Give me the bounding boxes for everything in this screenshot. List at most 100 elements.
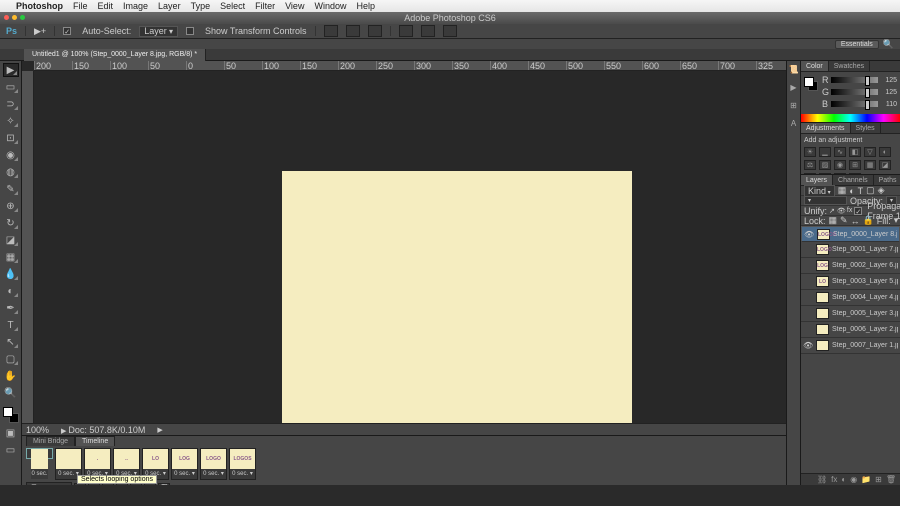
adjustment-layer-icon[interactable]: ◉ <box>850 475 857 484</box>
delete-frame-button[interactable]: 🗑 <box>158 483 170 485</box>
link-layers-icon[interactable]: ⛓ <box>817 475 827 484</box>
screen-mode-toggle[interactable]: ▭ <box>3 443 19 457</box>
layer-row[interactable]: LOStep_0003_Layer 5.jpg <box>801 274 900 290</box>
lock-all-icon[interactable]: 🔒 <box>863 215 874 226</box>
filter-adj-icon[interactable]: ◐ <box>849 186 854 196</box>
zoom-field[interactable]: 100% <box>26 425 49 435</box>
layer-row[interactable]: 👁Step_0007_Layer 1.jpg <box>801 338 900 354</box>
properties-panel-icon[interactable]: ⊞ <box>789 101 799 111</box>
unify-visibility-icon[interactable]: 👁 <box>837 207 845 215</box>
ruler-horizontal[interactable]: 2001501005005010015020025030035040045050… <box>34 61 786 71</box>
new-layer-icon[interactable]: ⊞ <box>875 475 882 484</box>
layer-row[interactable]: Step_0004_Layer 4.jpg <box>801 290 900 306</box>
color-chips[interactable] <box>3 407 19 423</box>
propagate-checkbox[interactable] <box>854 207 862 215</box>
lock-position-icon[interactable]: ↔ <box>851 216 860 226</box>
character-panel-icon[interactable]: A <box>789 119 799 129</box>
slider-R[interactable] <box>831 77 878 83</box>
menu-image[interactable]: Image <box>123 1 148 11</box>
menu-file[interactable]: File <box>73 1 88 11</box>
crop-tool[interactable]: ⊡ <box>3 131 19 145</box>
distribute-button-1[interactable] <box>399 25 413 37</box>
lock-pixels-icon[interactable]: ✎ <box>840 215 848 226</box>
lock-transparency-icon[interactable]: ▦ <box>829 215 838 226</box>
hue-sat-icon[interactable]: ◐ <box>879 147 891 157</box>
tab-adjustments[interactable]: Adjustments <box>801 123 851 133</box>
unify-position-icon[interactable]: ↗ <box>829 207 835 215</box>
photo-filter-icon[interactable]: ◉ <box>834 160 846 170</box>
layer-visibility-toggle[interactable]: 👁 <box>804 230 814 239</box>
type-tool[interactable]: T <box>3 318 19 332</box>
exposure-icon[interactable]: ◧ <box>849 147 861 157</box>
eraser-tool[interactable]: ◪ <box>3 233 19 247</box>
frame-6[interactable]: LOG0 sec. ▾ <box>171 448 198 480</box>
fill-field[interactable]: ▾ <box>894 215 899 226</box>
document-tab[interactable]: Untitled1 @ 100% (Step_0000_Layer 8.jpg,… <box>24 49 206 61</box>
hand-tool[interactable]: ✋ <box>3 369 19 383</box>
actions-panel-icon[interactable]: ▶ <box>789 83 799 93</box>
slider-G[interactable] <box>831 89 878 95</box>
pen-tool[interactable]: ✒ <box>3 301 19 315</box>
filter-smart-icon[interactable]: ◈ <box>878 185 885 196</box>
tab-mini-bridge[interactable]: Mini Bridge <box>26 436 75 446</box>
distribute-button-3[interactable] <box>443 25 457 37</box>
layer-group-icon[interactable]: 📁 <box>861 475 871 484</box>
unify-style-icon[interactable]: fx <box>847 207 852 215</box>
layer-style-icon[interactable]: fx <box>831 475 837 484</box>
tab-swatches[interactable]: Swatches <box>829 61 870 71</box>
history-brush-tool[interactable]: ↻ <box>3 216 19 230</box>
search-icon[interactable]: 🔍 <box>883 39 894 50</box>
slider-B[interactable] <box>831 101 878 107</box>
zoom-tool[interactable]: 🔍 <box>3 386 19 400</box>
path-selection-tool[interactable]: ↖ <box>3 335 19 349</box>
menu-select[interactable]: Select <box>220 1 245 11</box>
align-button-1[interactable] <box>324 25 338 37</box>
workspace-switcher[interactable]: Essentials <box>835 40 879 49</box>
tab-channels[interactable]: Channels <box>833 175 874 185</box>
layer-mask-icon[interactable]: ◐ <box>841 475 846 484</box>
marquee-tool[interactable]: ▭ <box>3 80 19 94</box>
history-panel-icon[interactable]: 📜 <box>789 65 799 75</box>
blur-tool[interactable]: 💧 <box>3 267 19 281</box>
show-transform-checkbox[interactable] <box>186 27 194 35</box>
autoselect-checkbox[interactable] <box>63 27 71 35</box>
blend-mode-dropdown[interactable]: ▾ <box>804 196 847 205</box>
shape-tool[interactable]: ▢ <box>3 352 19 366</box>
tab-paths[interactable]: Paths <box>874 175 900 185</box>
dodge-tool[interactable]: ◐ <box>3 284 19 298</box>
app-menu[interactable]: Photoshop <box>16 1 63 11</box>
menu-edit[interactable]: Edit <box>98 1 114 11</box>
loop-dropdown[interactable]: Forever ▾ Selects looping options <box>26 482 72 485</box>
tab-styles[interactable]: Styles <box>851 123 881 133</box>
frame-7[interactable]: LOGO0 sec. ▾ <box>200 448 227 480</box>
doc-info[interactable]: ▶ Doc: 507.8K/0.10M <box>61 425 145 435</box>
close-window-button[interactable] <box>4 15 9 20</box>
curves-icon[interactable]: ∿ <box>834 147 846 157</box>
brush-tool[interactable]: ✎ <box>3 182 19 196</box>
filter-shape-icon[interactable]: ▢ <box>866 185 875 196</box>
layer-row[interactable]: LOGStep_0002_Layer 6.jpg <box>801 258 900 274</box>
delete-layer-icon[interactable]: 🗑 <box>886 475 896 484</box>
layer-row[interactable]: 👁LOGOSStep_0000_Layer 8.jpg <box>801 226 900 242</box>
menu-filter[interactable]: Filter <box>255 1 275 11</box>
frame-1[interactable]: 0 sec. ▾ <box>26 448 53 459</box>
layer-row[interactable]: Step_0006_Layer 2.jpg <box>801 322 900 338</box>
align-button-3[interactable] <box>368 25 382 37</box>
doc-info-menu[interactable]: ▶ <box>157 426 162 434</box>
layer-filter-dropdown[interactable]: Kind ▾ <box>804 185 835 197</box>
color-balance-icon[interactable]: ⚖ <box>804 160 816 170</box>
gradient-tool[interactable]: ▦ <box>3 250 19 264</box>
brightness-contrast-icon[interactable]: ☀ <box>804 147 816 157</box>
levels-icon[interactable]: ▁ <box>819 147 831 157</box>
healing-brush-tool[interactable]: ◍ <box>3 165 19 179</box>
layer-row[interactable]: Step_0005_Layer 3.jpg <box>801 306 900 322</box>
bw-icon[interactable]: ▨ <box>819 160 831 170</box>
tab-layers[interactable]: Layers <box>801 175 833 185</box>
magic-wand-tool[interactable]: ✧ <box>3 114 19 128</box>
menu-type[interactable]: Type <box>191 1 211 11</box>
menu-layer[interactable]: Layer <box>158 1 181 11</box>
color-panel-chips[interactable] <box>804 77 818 91</box>
tab-timeline[interactable]: Timeline <box>75 436 115 446</box>
spectrum-bar[interactable] <box>801 114 900 122</box>
align-button-2[interactable] <box>346 25 360 37</box>
